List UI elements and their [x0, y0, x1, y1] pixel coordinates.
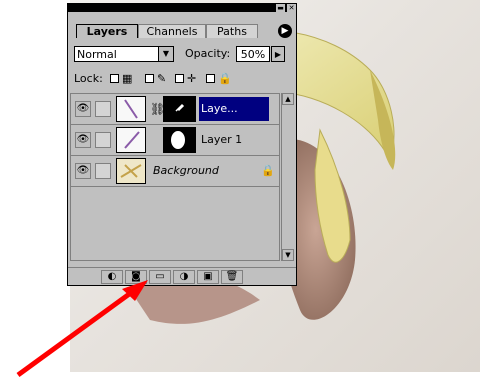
scroll-down-icon[interactable]: ▼ — [282, 249, 294, 261]
tab-channels[interactable]: Channels — [138, 24, 206, 38]
eye-icon[interactable]: 👁 — [75, 132, 91, 148]
lock-transparency-icon: ▦ — [122, 72, 133, 85]
layer-row[interactable]: 👁 Layer 1 — [71, 125, 279, 156]
brush-slot[interactable] — [95, 132, 111, 148]
lock-image-checkbox[interactable] — [145, 74, 154, 83]
layers-list: 👁 ⛓ Laye... 👁 Layer 1 👁 Background 🔒 — [70, 93, 280, 261]
layer-mask-thumbnail[interactable] — [163, 127, 196, 153]
brush-icon: ✎ — [157, 72, 167, 85]
add-mask-icon[interactable]: ◙ — [125, 270, 147, 284]
trash-icon[interactable]: 🗑 — [221, 270, 243, 284]
layer-thumbnail — [116, 127, 146, 153]
lock-position-checkbox[interactable] — [175, 74, 184, 83]
scroll-up-icon[interactable]: ▲ — [282, 93, 294, 105]
palette-menu-icon[interactable]: ▶ — [278, 24, 292, 38]
options-row: Normal ▼ Opacity: 50% ▶ — [74, 46, 294, 64]
new-layer-icon[interactable]: ▣ — [197, 270, 219, 284]
opacity-input[interactable]: 50% — [236, 46, 270, 62]
opacity-label: Opacity: — [185, 47, 231, 60]
layer-thumbnail — [116, 158, 146, 184]
blend-mode-select[interactable]: Normal ▼ — [74, 46, 174, 62]
eye-icon[interactable]: 👁 — [75, 163, 91, 179]
palette-titlebar: ▬ ✕ — [68, 4, 296, 12]
minimize-icon[interactable]: ▬ — [276, 4, 285, 12]
blend-mode-value: Normal — [77, 48, 117, 61]
layer-thumbnail — [116, 96, 146, 122]
layer-style-icon[interactable]: ◐ — [101, 270, 123, 284]
adjustment-layer-icon[interactable]: ◑ — [173, 270, 195, 284]
close-icon[interactable]: ✕ — [287, 4, 296, 12]
lock-icon: 🔒 — [261, 164, 275, 177]
lock-icon: 🔒 — [218, 72, 232, 85]
chevron-down-icon[interactable]: ▼ — [158, 47, 173, 61]
mask-icon[interactable] — [95, 101, 111, 117]
layer-row[interactable]: 👁 ⛓ Laye... — [71, 94, 279, 125]
opacity-slider-arrow-icon[interactable]: ▶ — [271, 46, 285, 62]
layers-scrollbar[interactable]: ▲ ▼ — [281, 93, 294, 261]
lock-transparency-checkbox[interactable] — [110, 74, 119, 83]
layer-row[interactable]: 👁 Background 🔒 — [71, 156, 279, 187]
lock-all-checkbox[interactable] — [206, 74, 215, 83]
layers-palette: ▬ ✕ Layers Channels Paths ▶ Normal ▼ Opa… — [67, 3, 297, 286]
new-set-icon[interactable]: ▭ — [149, 270, 171, 284]
move-icon: ✛ — [187, 72, 197, 85]
lock-row: Lock: ▦ ✎ ✛ 🔒 — [74, 70, 294, 88]
layer-name[interactable]: Laye... — [199, 97, 269, 121]
layer-name[interactable]: Background — [151, 159, 221, 183]
palette-bottom-bar: ◐ ◙ ▭ ◑ ▣ 🗑 — [68, 267, 296, 285]
layer-mask-thumbnail[interactable] — [163, 96, 196, 122]
eye-icon[interactable]: 👁 — [75, 101, 91, 117]
layer-name[interactable]: Layer 1 — [199, 128, 269, 152]
lock-label: Lock: — [74, 72, 103, 85]
palette-tabs: Layers Channels Paths ▶ — [68, 14, 296, 38]
tab-layers[interactable]: Layers — [76, 24, 138, 38]
tab-paths[interactable]: Paths — [206, 24, 258, 38]
brush-slot[interactable] — [95, 163, 111, 179]
